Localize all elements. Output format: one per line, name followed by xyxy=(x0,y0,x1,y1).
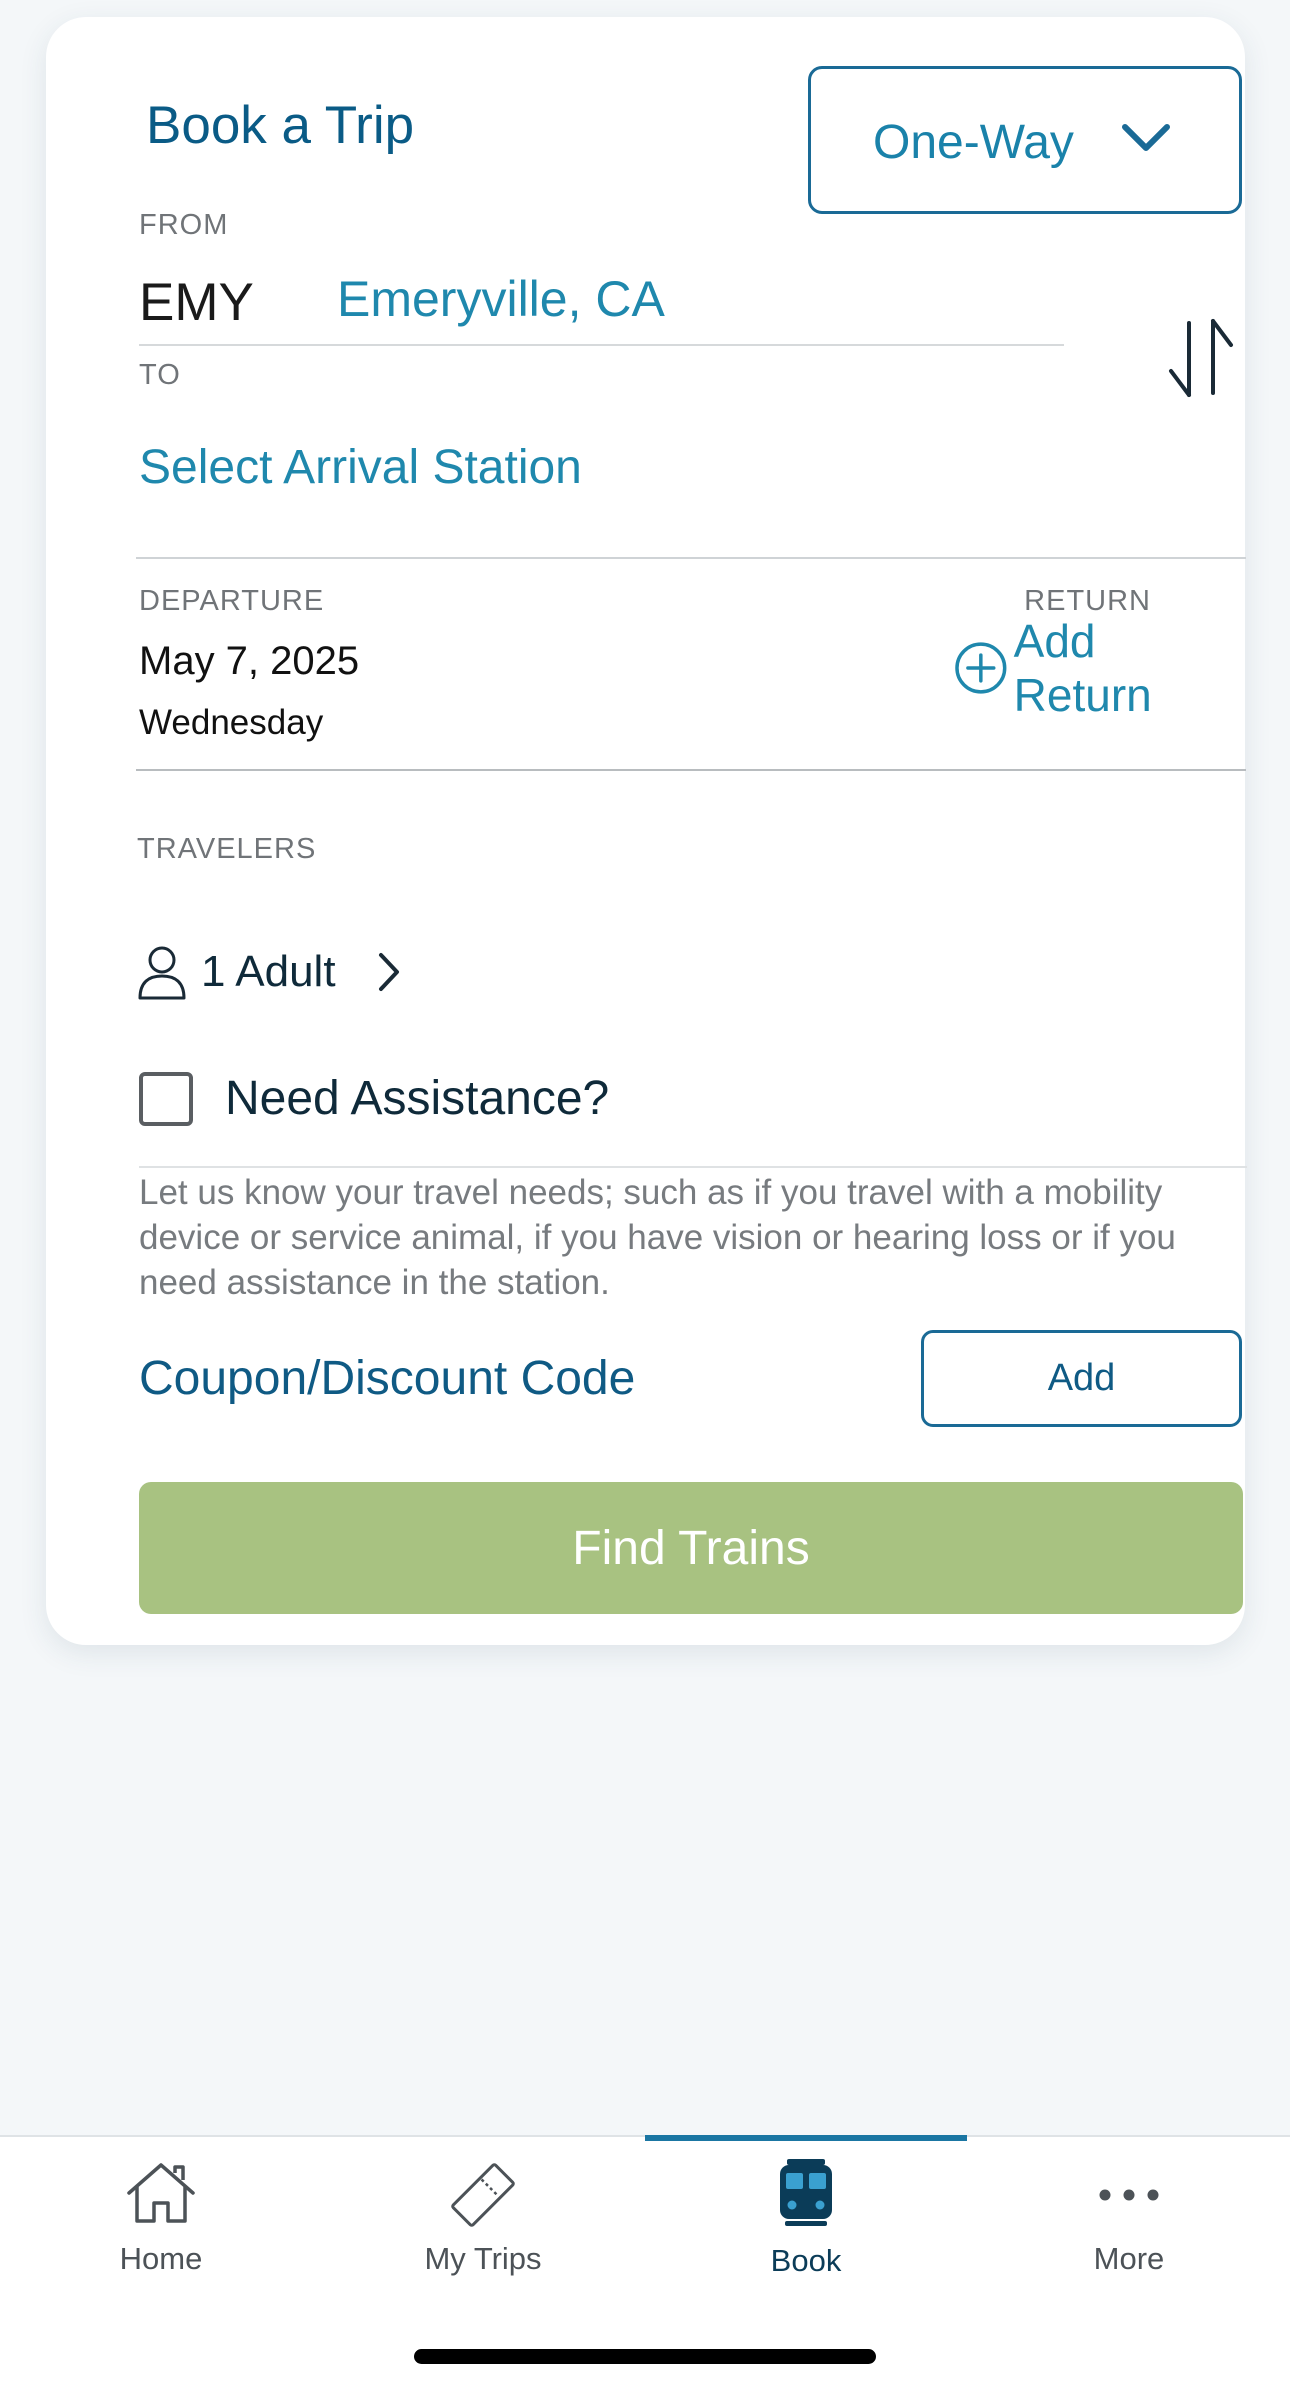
checkbox[interactable] xyxy=(139,1071,193,1126)
chevron-down-icon xyxy=(1122,124,1170,151)
train-icon xyxy=(780,2159,832,2226)
find-trains-button[interactable]: Find Trains xyxy=(139,1482,1243,1614)
need-assistance-label: Need Assistance? xyxy=(225,1072,610,1125)
from-station-code: EMY xyxy=(139,273,254,332)
travelers-label: TRAVELERS xyxy=(137,833,317,865)
divider xyxy=(136,769,1246,771)
from-label: FROM xyxy=(139,209,229,241)
tab-label: My Trips xyxy=(424,2241,542,2276)
tab-more[interactable]: More xyxy=(968,2137,1290,2297)
need-assistance-checkbox[interactable]: Need Assistance? xyxy=(139,1071,609,1126)
more-icon xyxy=(1099,2189,1159,2201)
person-icon xyxy=(138,946,186,1000)
travelers-selector[interactable]: 1 Adult xyxy=(137,937,402,1007)
travelers-count: 1 Adult xyxy=(201,947,336,996)
active-tab-indicator xyxy=(645,2135,967,2141)
coupon-label: Coupon/Discount Code xyxy=(139,1352,636,1405)
divider xyxy=(139,344,1064,346)
page-title: Book a Trip xyxy=(146,96,415,155)
tab-my-trips[interactable]: My Trips xyxy=(322,2137,644,2297)
departure-day: Wednesday xyxy=(139,703,324,742)
divider xyxy=(136,557,1246,559)
assistance-description: Let us know your travel needs; such as i… xyxy=(139,1173,1176,1302)
tab-label: More xyxy=(1093,2241,1165,2276)
tab-book[interactable]: Book xyxy=(645,2137,967,2297)
add-return-label: Add Return xyxy=(1013,615,1152,721)
chevron-right-icon xyxy=(378,953,399,991)
divider xyxy=(139,1166,1247,1168)
booking-card: Book a Trip One-Way FROM EMY Emeryville,… xyxy=(46,17,1247,1645)
tab-home[interactable]: Home xyxy=(0,2137,322,2297)
home-icon xyxy=(127,2163,195,2223)
arrival-station-select[interactable]: Select Arrival Station xyxy=(139,440,582,495)
book-trip-screen: Book a Trip One-Way FROM EMY Emeryville,… xyxy=(0,0,1290,2388)
tab-label: Book xyxy=(770,2243,842,2278)
swap-stations-icon[interactable] xyxy=(1163,313,1239,403)
ticket-icon xyxy=(451,2163,515,2227)
departure-date[interactable]: May 7, 2025 xyxy=(139,639,359,684)
add-return-button[interactable]: Add Return xyxy=(954,615,1245,721)
add-coupon-button[interactable]: Add xyxy=(921,1330,1242,1427)
from-station-name[interactable]: Emeryville, CA xyxy=(337,270,665,328)
to-label: TO xyxy=(139,359,181,391)
tab-label: Home xyxy=(119,2241,203,2276)
trip-type-dropdown[interactable]: One-Way xyxy=(808,66,1242,214)
plus-circle-icon xyxy=(955,642,1007,694)
departure-label: DEPARTURE xyxy=(139,585,325,617)
trip-type-value: One-Way xyxy=(873,116,1074,169)
home-indicator[interactable] xyxy=(414,2349,876,2364)
